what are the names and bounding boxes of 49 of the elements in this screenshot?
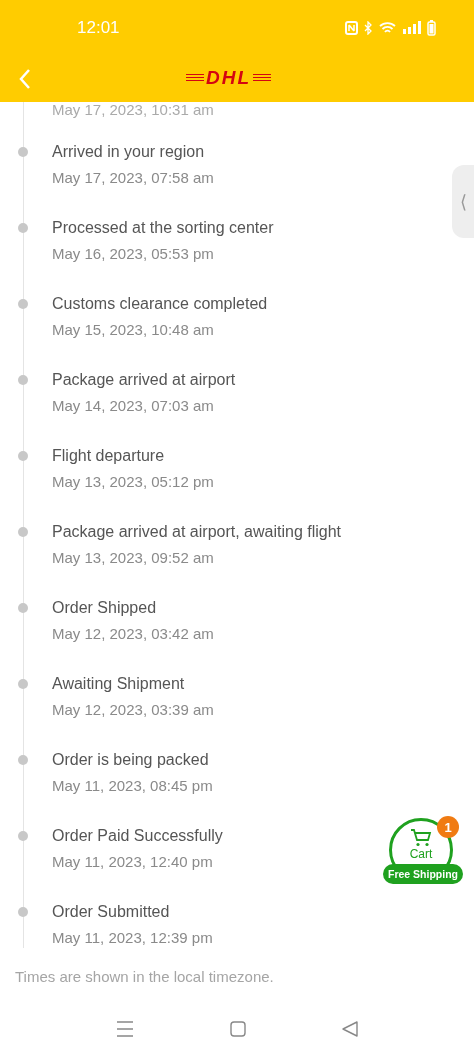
timeline-dot (18, 907, 28, 917)
event-time: May 14, 2023, 07:03 am (52, 396, 214, 416)
home-icon[interactable] (230, 1021, 246, 1037)
timeline-dot (18, 223, 28, 233)
timeline-dot (18, 375, 28, 385)
wifi-icon (379, 20, 397, 35)
event-time: May 11, 2023, 12:39 pm (52, 928, 213, 948)
event-time: May 12, 2023, 03:42 am (52, 624, 214, 644)
event-time: May 11, 2023, 12:40 pm (52, 852, 213, 872)
event-time: May 17, 2023, 10:31 am (52, 102, 215, 120)
free-shipping-badge: Free Shipping (383, 864, 463, 884)
event-title: Customs clearance completed (52, 294, 268, 314)
timeline-dot (18, 755, 28, 765)
timezone-note: Times are shown in the local timezone. (14, 967, 275, 987)
event-title: Package arrived at airport, awaiting flight (52, 522, 342, 542)
event-time: May 12, 2023, 03:39 am (52, 700, 214, 720)
timeline-dot (18, 299, 28, 309)
event-title: Order Paid Successfully (52, 826, 223, 846)
timeline-dot (18, 679, 28, 689)
menu-icon[interactable] (116, 1021, 134, 1037)
status-time: 12:01 (77, 17, 120, 38)
event-title: Package arrived at airport (52, 370, 236, 390)
timeline-dot (18, 451, 28, 461)
event-title: Arrived in your region (52, 142, 205, 162)
event-title: Order Shipped (52, 598, 157, 618)
bluetooth-icon (364, 20, 373, 35)
cart-count-badge: 1 (437, 816, 459, 838)
event-time: May 11, 2023, 08:45 pm (52, 776, 213, 796)
cart-label: Cart (409, 847, 433, 861)
event-title: Order is being packed (52, 750, 209, 770)
event-title: Awaiting Shipment (52, 674, 185, 694)
signal-icon (403, 21, 421, 34)
timeline-dot (18, 527, 28, 537)
event-title: Processed at the sorting center (52, 218, 274, 238)
event-time: May 13, 2023, 05:12 pm (52, 472, 214, 492)
battery-icon (427, 19, 436, 36)
event-time: May 13, 2023, 09:52 am (52, 548, 214, 568)
event-time: May 17, 2023, 07:58 am (52, 168, 214, 188)
back-nav-icon[interactable] (342, 1021, 358, 1037)
timeline-dot (18, 147, 28, 157)
event-title: Flight departure (52, 446, 165, 466)
side-tab[interactable]: ⟨ (452, 165, 474, 238)
event-title: Order Submitted (52, 902, 170, 922)
event-time: May 16, 2023, 05:53 pm (52, 244, 214, 264)
event-time: May 15, 2023, 10:48 am (52, 320, 214, 340)
nfc-icon (345, 20, 358, 35)
timeline-dot (18, 603, 28, 613)
timeline-dot (18, 831, 28, 841)
cart-icon (410, 829, 432, 847)
